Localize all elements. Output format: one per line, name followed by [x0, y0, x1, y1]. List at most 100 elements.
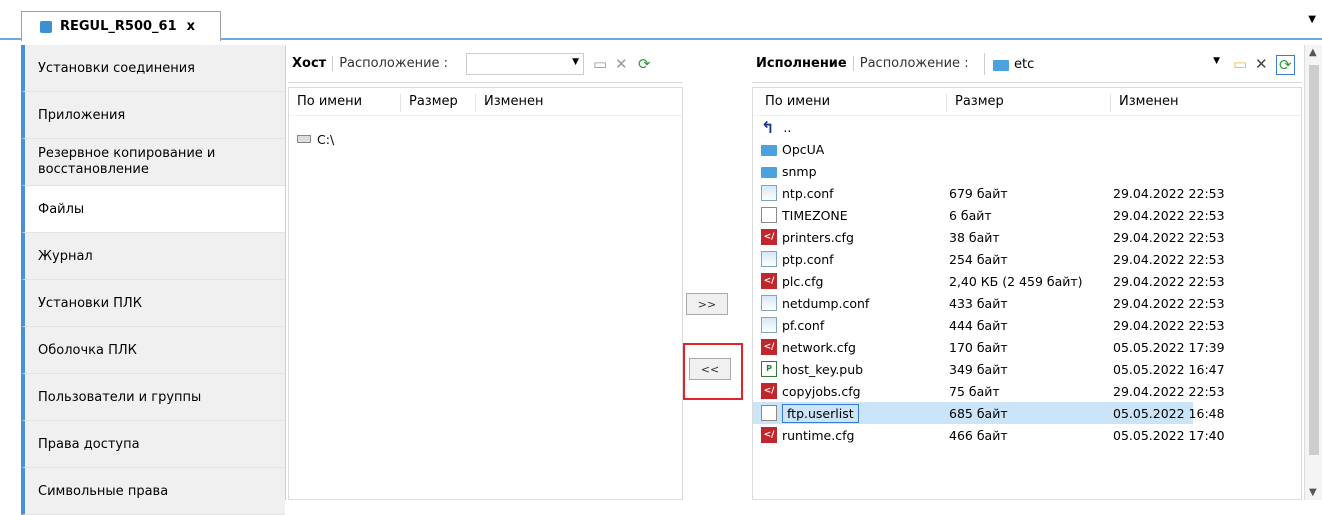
- file-size: 2,40 КБ (2 459 байт): [949, 273, 1083, 289]
- name-cell: snmp: [761, 164, 817, 179]
- scroll-up-icon[interactable]: ▲: [1309, 47, 1317, 58]
- file-modified: 05.05.2022 16:47: [1113, 361, 1225, 377]
- name-cell: </ runtime.cfg: [761, 427, 854, 443]
- sidebar: Установки соединения Приложения Резервно…: [21, 45, 286, 515]
- drive-icon: [297, 135, 311, 143]
- tab-regul[interactable]: REGUL_R500_61 x: [21, 11, 221, 41]
- list-item[interactable]: ftp.userlist 685 байт 05.05.2022 16:48: [753, 402, 1225, 424]
- name-cell: pf.conf: [761, 317, 824, 333]
- delete-icon[interactable]: ✕: [615, 55, 628, 73]
- sidebar-item-files[interactable]: Файлы: [21, 186, 285, 233]
- sidebar-item-access-rights[interactable]: Права доступа: [21, 421, 285, 468]
- sidebar-item-applications[interactable]: Приложения: [21, 92, 285, 139]
- list-item[interactable]: pf.conf 444 байт 29.04.2022 22:53: [753, 314, 1225, 336]
- file-name: ntp.conf: [782, 185, 834, 201]
- host-file-list: По имени Размер Изменен C:\: [288, 87, 683, 500]
- file-size: 38 байт: [949, 229, 1000, 245]
- folder-icon: [993, 59, 1009, 71]
- column-modified[interactable]: Изменен: [475, 94, 543, 112]
- file-name: C:\: [317, 131, 335, 147]
- list-item[interactable]: </ printers.cfg 38 байт 29.04.2022 22:53: [753, 226, 1225, 248]
- tab-list-dropdown-icon[interactable]: ▼: [1308, 14, 1316, 25]
- refresh-icon[interactable]: ⟳: [1276, 55, 1295, 75]
- list-item[interactable]: Phost_key.pub 349 байт 05.05.2022 16:47: [753, 358, 1225, 380]
- file-name: TIMEZONE: [782, 207, 848, 223]
- sidebar-item-plc-settings[interactable]: Установки ПЛК: [21, 280, 285, 327]
- list-item[interactable]: C:\: [297, 128, 334, 150]
- sidebar-item-label: Файлы: [38, 201, 85, 217]
- list-item[interactable]: </ copyjobs.cfg 75 байт 29.04.2022 22:53: [753, 380, 1225, 402]
- file-size: 679 байт: [949, 185, 1008, 201]
- close-tab-button[interactable]: x: [187, 19, 195, 34]
- file-modified: 29.04.2022 22:53: [1113, 317, 1225, 333]
- file-modified: 29.04.2022 22:53: [1113, 273, 1225, 289]
- file-icon: [761, 405, 777, 421]
- file-name: ftp.userlist: [782, 403, 859, 423]
- column-size[interactable]: Размер: [400, 94, 458, 112]
- name-cell: TIMEZONE: [761, 207, 848, 223]
- name-cell: ptp.conf: [761, 251, 834, 267]
- chevron-down-icon[interactable]: ▼: [1213, 56, 1220, 66]
- file-size: 444 байт: [949, 317, 1008, 333]
- list-item[interactable]: ntp.conf 679 байт 29.04.2022 22:53: [753, 182, 1225, 204]
- file-name: runtime.cfg: [782, 427, 855, 443]
- name-cell: Phost_key.pub: [761, 361, 863, 377]
- new-folder-icon[interactable]: ▭: [1233, 55, 1247, 73]
- host-location-combo[interactable]: ▼: [466, 53, 584, 75]
- list-item[interactable]: TIMEZONE 6 байт 29.04.2022 22:53: [753, 204, 1225, 226]
- list-item[interactable]: netdump.conf 433 байт 29.04.2022 22:53: [753, 292, 1225, 314]
- file-modified: 29.04.2022 22:53: [1113, 383, 1225, 399]
- file-name: snmp: [782, 163, 817, 179]
- column-name[interactable]: По имени: [757, 94, 830, 112]
- file-name: pf.conf: [782, 317, 825, 333]
- device-location-combo[interactable]: etc ▼: [984, 53, 1224, 75]
- copy-to-device-button[interactable]: >>: [686, 293, 728, 315]
- file-modified: 29.04.2022 22:53: [1113, 185, 1225, 201]
- delete-icon[interactable]: ✕: [1255, 55, 1268, 73]
- vertical-scrollbar[interactable]: ▲ ▼: [1304, 45, 1322, 500]
- list-item[interactable]: OpcUA: [753, 138, 1193, 160]
- file-name: printers.cfg: [782, 229, 854, 245]
- name-cell: netdump.conf: [761, 295, 869, 311]
- list-item[interactable]: </ runtime.cfg 466 байт 05.05.2022 17:40: [753, 424, 1225, 446]
- sidebar-item-backup-restore[interactable]: Резервное копирование и восстановление: [21, 139, 285, 186]
- list-item[interactable]: </ network.cfg 170 байт 05.05.2022 17:39: [753, 336, 1225, 358]
- new-folder-icon[interactable]: ▭: [593, 55, 607, 73]
- device-label: Исполнение: [756, 56, 847, 71]
- file-size: 170 байт: [949, 339, 1008, 355]
- cfg-file-icon: </: [761, 427, 777, 443]
- highlight-box: [683, 343, 743, 400]
- sidebar-item-users-groups[interactable]: Пользователи и группы: [21, 374, 285, 421]
- list-item[interactable]: ptp.conf 254 байт 29.04.2022 22:53: [753, 248, 1225, 270]
- sidebar-item-label: Права доступа: [38, 436, 140, 452]
- name-cell: ftp.userlist: [761, 403, 859, 423]
- file-modified: 29.04.2022 22:53: [1113, 251, 1225, 267]
- list-item[interactable]: snmp: [753, 160, 1193, 182]
- file-name: ptp.conf: [782, 251, 834, 267]
- conf-file-icon: [761, 251, 777, 267]
- sidebar-item-label: Резервное копирование и восстановление: [38, 146, 216, 177]
- column-size[interactable]: Размер: [946, 94, 1004, 112]
- scroll-down-icon[interactable]: ▼: [1309, 487, 1317, 498]
- sidebar-item-symbol-rights[interactable]: Символьные права: [21, 468, 285, 515]
- parent-folder-icon: ↰: [761, 117, 775, 137]
- sidebar-item-log[interactable]: Журнал: [21, 233, 285, 280]
- list-item[interactable]: </ plc.cfg 2,40 КБ (2 459 байт) 29.04.2022 …: [753, 270, 1225, 292]
- scrollbar-thumb[interactable]: [1309, 65, 1319, 455]
- file-name: OpcUA: [782, 141, 825, 157]
- file-size: 466 байт: [949, 427, 1008, 443]
- column-name[interactable]: По имени: [289, 94, 362, 112]
- folder-icon: [761, 144, 777, 156]
- refresh-icon[interactable]: ⟳: [638, 55, 651, 73]
- column-modified[interactable]: Изменен: [1110, 94, 1178, 112]
- file-name: ..: [783, 119, 792, 135]
- folder-icon: [761, 166, 777, 178]
- sidebar-item-label: Пользователи и группы: [38, 389, 202, 405]
- sidebar-item-connection-settings[interactable]: Установки соединения: [21, 45, 285, 92]
- device-list-header: По имени Размер Изменен: [753, 88, 1301, 116]
- file-icon: [761, 207, 777, 223]
- file-size: 685 байт: [949, 405, 1008, 421]
- sidebar-item-plc-shell[interactable]: Оболочка ПЛК: [21, 327, 285, 374]
- list-item-parent[interactable]: ↰ ..: [761, 116, 791, 138]
- chevron-down-icon[interactable]: ▼: [572, 57, 579, 67]
